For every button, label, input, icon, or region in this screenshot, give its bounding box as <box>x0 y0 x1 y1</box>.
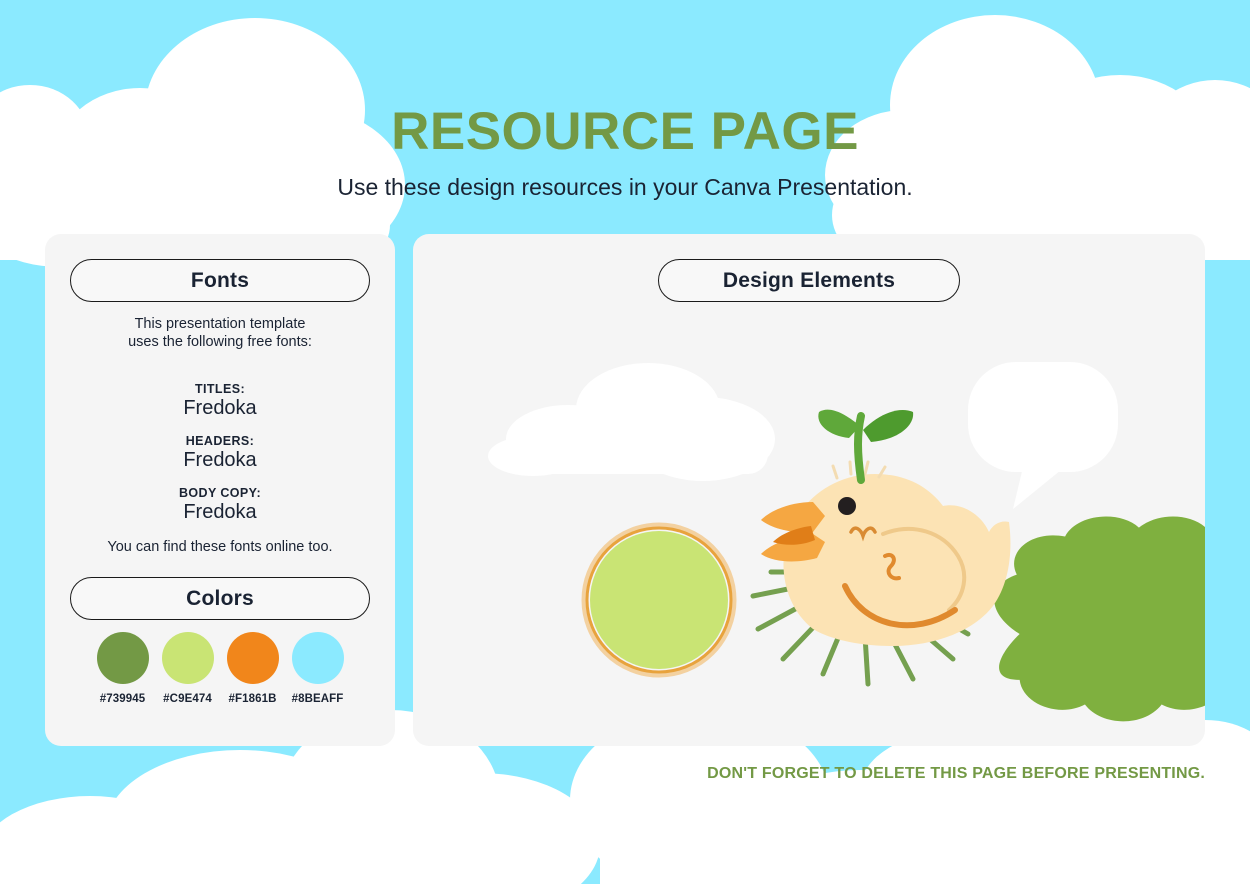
font-name-titles: Fredoka <box>183 397 257 420</box>
cloud-shape-icon <box>488 363 775 481</box>
font-name-body-copy: Fredoka <box>183 501 257 524</box>
slide-canvas: RESOURCE PAGE Use these design resources… <box>0 0 1250 884</box>
page-header: RESOURCE PAGE Use these design resources… <box>0 104 1250 201</box>
page-title: RESOURCE PAGE <box>391 102 859 161</box>
speech-bubble-icon <box>968 362 1118 509</box>
page-subtitle: Use these design resources in your Canva… <box>337 173 913 200</box>
color-swatch-1: #739945 <box>96 632 149 705</box>
color-dot-icon <box>96 632 149 684</box>
font-row-titles: TITLES: Fredoka <box>70 382 370 421</box>
fonts-intro-text: This presentation template uses the foll… <box>70 316 370 351</box>
color-swatch-list: #739945 #C9E474 #F1861B #8BEAFF <box>70 632 370 705</box>
green-circle-shape-icon <box>581 522 737 678</box>
color-hex-label: #F1861B <box>228 693 277 705</box>
color-hex-label: #739945 <box>99 693 146 705</box>
duck-body <box>783 474 1011 646</box>
fonts-section-heading: Fonts <box>70 259 370 302</box>
design-elements-canvas <box>488 362 1205 722</box>
lilypad-shape <box>994 516 1205 722</box>
design-elements-panel: Design Elements <box>413 234 1205 746</box>
font-role-body-copy: BODY COPY: <box>178 485 262 500</box>
color-hex-label: #8BEAFF <box>291 693 344 705</box>
font-role-headers: HEADERS: <box>185 433 255 448</box>
fonts-intro-line-2: uses the following free fonts: <box>128 333 312 350</box>
font-row-body-copy: BODY COPY: Fredoka <box>70 486 370 525</box>
font-row-headers: HEADERS: Fredoka <box>70 434 370 473</box>
font-list: TITLES: Fredoka HEADERS: Fredoka BODY CO… <box>70 382 370 538</box>
font-name-headers: Fredoka <box>183 449 257 472</box>
color-dot-icon <box>226 632 279 684</box>
duck-on-lilypad-illustration <box>750 409 1205 722</box>
color-swatch-4: #8BEAFF <box>291 632 344 705</box>
color-swatch-3: #F1861B <box>226 632 279 705</box>
font-role-titles: TITLES: <box>194 382 246 396</box>
color-dot-icon <box>161 632 214 684</box>
duck-eye <box>838 497 856 515</box>
color-dot-icon <box>291 632 344 684</box>
fonts-and-colors-panel: Fonts This presentation template uses th… <box>45 234 395 746</box>
fonts-outro-text: You can find these fonts online too. <box>107 539 333 555</box>
colors-section-heading: Colors <box>70 577 370 620</box>
fonts-intro-line-1: This presentation template <box>134 316 306 332</box>
color-swatch-2: #C9E474 <box>161 632 214 705</box>
delete-page-warning: DON'T FORGET TO DELETE THIS PAGE BEFORE … <box>707 765 1205 782</box>
color-hex-label: #C9E474 <box>163 693 212 705</box>
